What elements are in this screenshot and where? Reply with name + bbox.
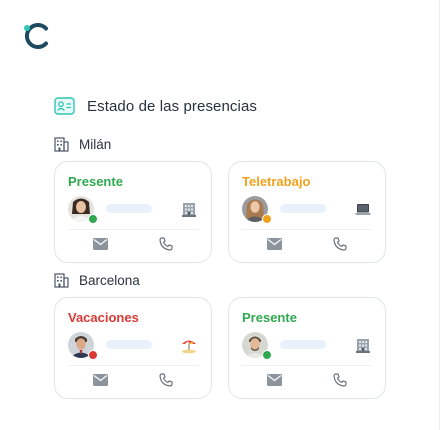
building-icon [54,136,69,152]
section-title: Estado de las presencias [54,95,257,117]
office-building-icon [182,203,196,217]
name-placeholder [280,340,326,349]
presence-status-dot [262,214,272,224]
beach-umbrella-icon [182,340,196,354]
status-label: Vacaciones [68,310,139,325]
mail-icon[interactable] [267,238,282,250]
name-placeholder [280,204,326,213]
mail-icon[interactable] [267,374,282,386]
avatar [242,196,272,224]
presence-status-dot [88,214,98,224]
presence-status-dot [262,350,272,360]
page-title: Estado de las presencias [87,97,257,115]
building-icon [54,272,69,288]
divider [68,365,198,366]
laptop-icon [355,204,371,215]
city-name: Barcelona [79,272,140,288]
presence-widget: Estado de las presencias Milán Presente [0,0,440,430]
phone-icon[interactable] [159,237,173,251]
divider [242,229,372,230]
divider [242,365,372,366]
name-placeholder [106,204,152,213]
id-card-icon [54,97,75,115]
status-label: Presente [242,310,297,325]
employee-card[interactable]: Presente [54,161,212,263]
brand-logo-icon [24,23,48,49]
mail-icon[interactable] [93,238,108,250]
status-label: Teletrabajo [242,174,311,189]
mail-icon[interactable] [93,374,108,386]
avatar [68,332,98,360]
phone-icon[interactable] [159,373,173,387]
name-placeholder [106,340,152,349]
city-heading-barcelona: Barcelona [54,271,140,289]
office-building-icon [356,339,370,353]
presence-status-dot [88,350,98,360]
employee-card[interactable]: Vacaciones [54,297,212,399]
divider [68,229,198,230]
status-label: Presente [68,174,123,189]
employee-card[interactable]: Teletrabajo [228,161,386,263]
avatar [68,196,98,224]
phone-icon[interactable] [333,373,347,387]
employee-card[interactable]: Presente [228,297,386,399]
city-name: Milán [79,136,112,152]
phone-icon[interactable] [333,237,347,251]
city-heading-milan: Milán [54,135,111,153]
avatar [242,332,272,360]
